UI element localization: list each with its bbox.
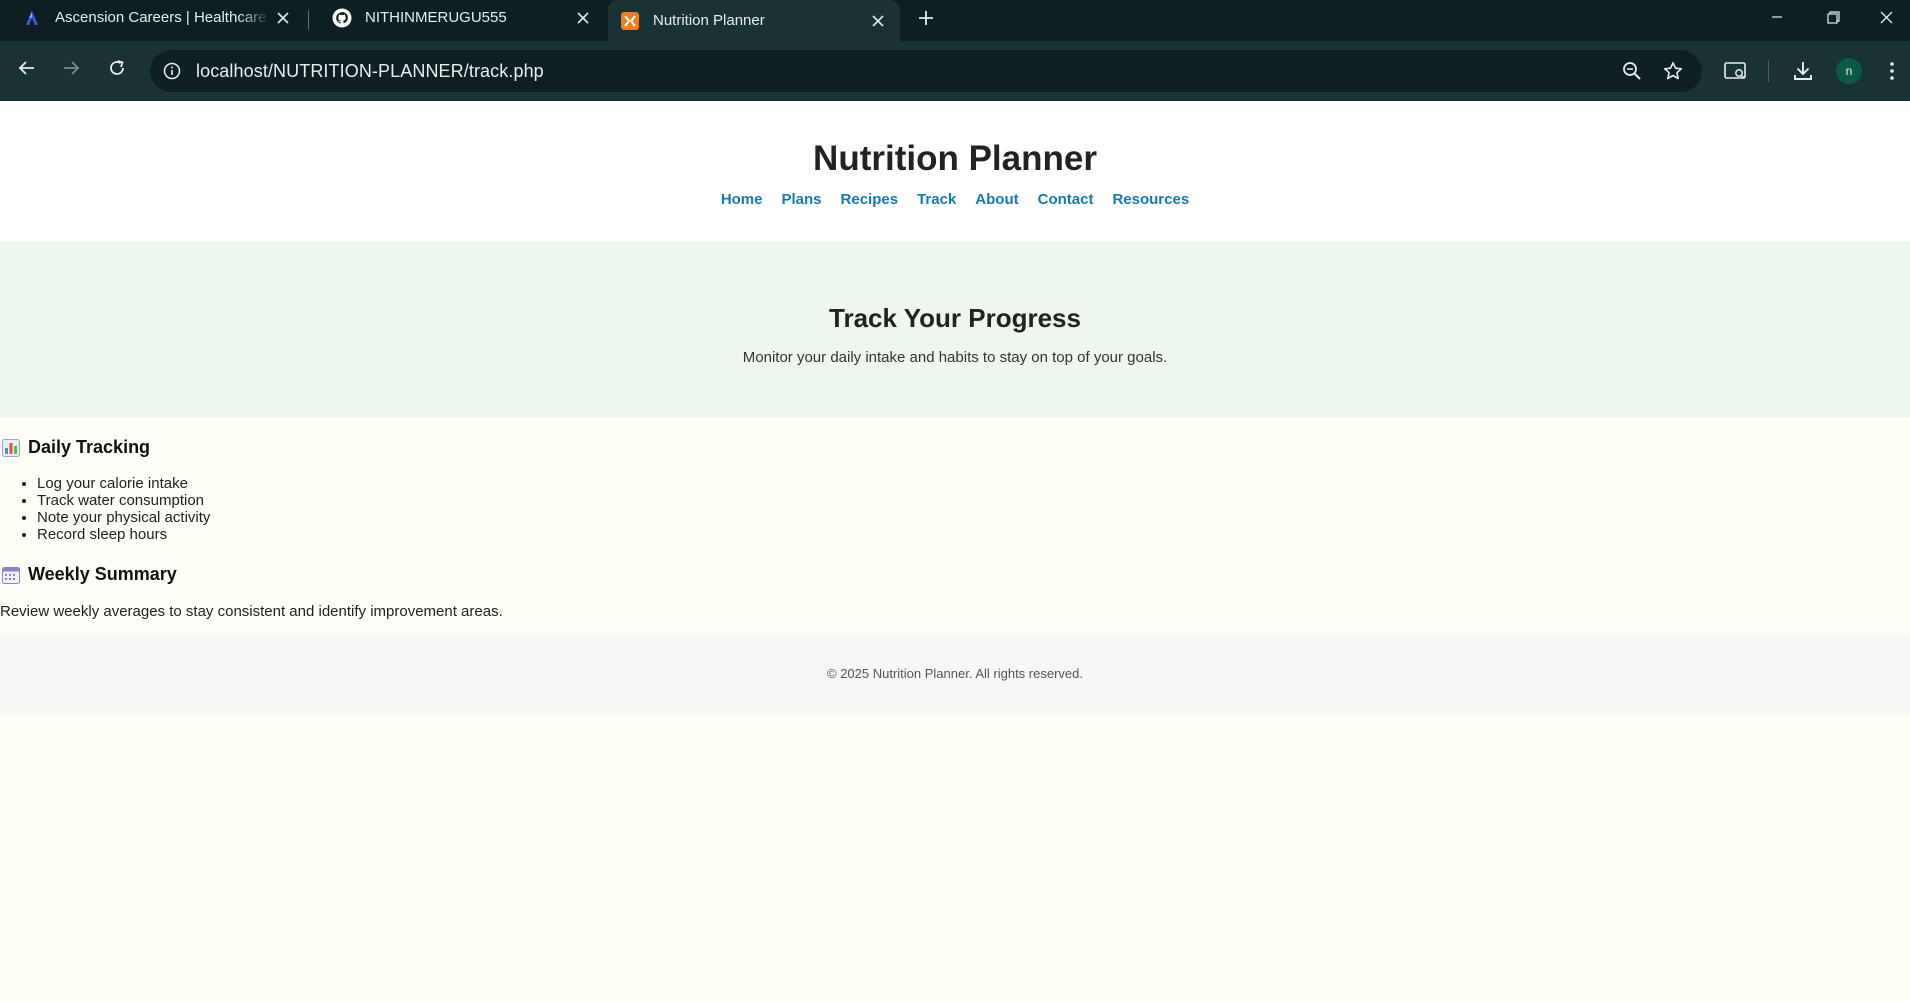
nav-link-about[interactable]: About <box>975 191 1018 208</box>
nav-link-recipes[interactable]: Recipes <box>841 191 899 208</box>
site-title: Nutrition Planner <box>813 139 1097 178</box>
more-menu-icon[interactable] <box>1878 57 1906 85</box>
list-item: Track water consumption <box>37 492 210 509</box>
copyright-text: © 2025 Nutrition Planner. All rights res… <box>827 666 1083 681</box>
browser-toolbar: localhost/NUTRITION-PLANNER/track.php <box>0 41 1910 101</box>
toolbar-divider <box>1768 60 1769 82</box>
hero-subheading: Monitor your daily intake and habits to … <box>742 349 1168 366</box>
list-item: Note your physical activity <box>37 509 210 526</box>
download-icon[interactable] <box>1789 57 1817 85</box>
bookmark-star-icon[interactable] <box>1661 59 1685 83</box>
forward-arrow-icon[interactable] <box>56 53 86 83</box>
tab-divider <box>308 10 309 30</box>
tab-title: NITHINMERUGU555 <box>365 9 507 26</box>
tab-title: Nutrition Planner <box>653 12 765 29</box>
daily-tracking-title: Daily Tracking <box>28 437 151 457</box>
ascension-logo-icon <box>22 8 42 28</box>
browser-tabstrip: Ascension Careers | Healthcare Jobs NITH… <box>0 0 1910 41</box>
calendar-icon <box>2 566 20 584</box>
site-footer: © 2025 Nutrition Planner. All rights res… <box>0 635 1910 715</box>
address-bar[interactable]: localhost/NUTRITION-PLANNER/track.php <box>150 50 1702 92</box>
tab-title: Ascension Careers | Healthcare Jobs <box>55 9 271 26</box>
xampp-logo-icon <box>620 11 640 31</box>
close-tab-icon[interactable] <box>571 6 595 30</box>
close-window-icon[interactable] <box>1862 0 1910 34</box>
daily-tracking-list: Log your calorie intake Track water cons… <box>37 475 210 543</box>
url-text[interactable]: localhost/NUTRITION-PLANNER/track.php <box>196 61 544 82</box>
nav-link-resources[interactable]: Resources <box>1112 191 1189 208</box>
site-info-icon[interactable] <box>162 61 182 81</box>
hero-section: Track Your Progress Monitor your daily i… <box>0 241 1910 417</box>
daily-tracking-heading: Daily Tracking <box>2 437 150 458</box>
new-tab-icon[interactable] <box>913 5 939 31</box>
close-tab-icon[interactable] <box>866 9 890 33</box>
reading-mode-icon[interactable] <box>1722 57 1750 85</box>
github-logo-icon <box>332 8 352 28</box>
hero-heading: Track Your Progress <box>829 303 1081 333</box>
list-item: Log your calorie intake <box>37 475 210 492</box>
minimize-icon[interactable] <box>1749 0 1805 34</box>
list-item: Record sleep hours <box>37 526 210 543</box>
page-viewport: Nutrition Planner Home Plans Recipes Tra… <box>0 101 1910 1001</box>
tab-github[interactable]: NITHINMERUGU555 <box>310 0 605 35</box>
profile-avatar[interactable]: n <box>1836 58 1862 84</box>
nav-link-plans[interactable]: Plans <box>782 191 822 208</box>
zoom-icon[interactable] <box>1620 59 1644 83</box>
close-tab-icon[interactable] <box>271 6 295 30</box>
site-header: Nutrition Planner Home Plans Recipes Tra… <box>0 101 1910 241</box>
nav-link-home[interactable]: Home <box>721 191 763 208</box>
weekly-summary-title: Weekly Summary <box>28 564 177 584</box>
tab-nutrition-planner[interactable]: Nutrition Planner <box>608 0 900 41</box>
back-arrow-icon[interactable] <box>12 53 42 83</box>
nav-link-contact[interactable]: Contact <box>1038 191 1094 208</box>
bar-chart-icon <box>2 438 20 457</box>
tab-ascension-careers[interactable]: Ascension Careers | Healthcare Jobs <box>0 0 305 35</box>
reload-icon[interactable] <box>102 53 132 83</box>
main-nav: Home Plans Recipes Track About Contact R… <box>0 191 1910 208</box>
weekly-summary-text: Review weekly averages to stay consisten… <box>0 603 503 620</box>
nav-link-track[interactable]: Track <box>917 191 956 208</box>
weekly-summary-heading: Weekly Summary <box>2 564 177 585</box>
restore-icon[interactable] <box>1805 0 1861 34</box>
